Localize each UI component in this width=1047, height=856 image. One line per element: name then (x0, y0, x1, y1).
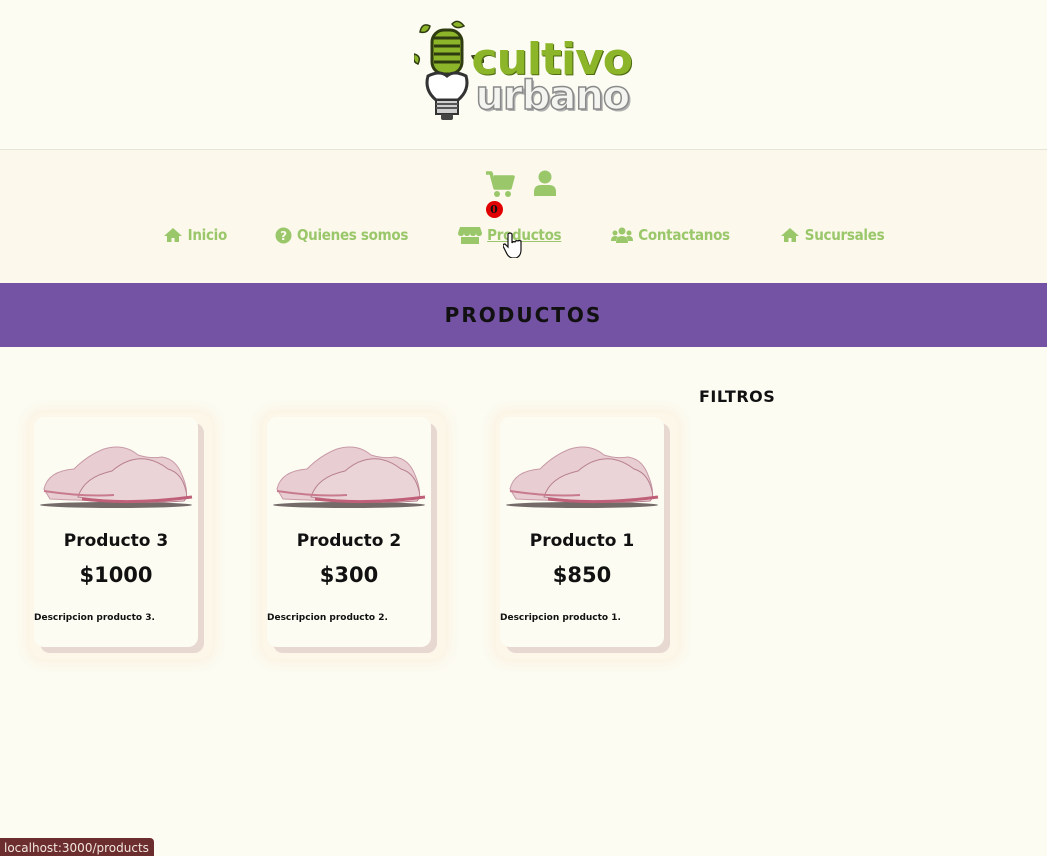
product-name: Producto 1 (529, 531, 635, 551)
nav-link-contactanos[interactable]: Contactanos (611, 226, 730, 244)
product-card-body: Producto 2 $300 Descripcion producto 2. (267, 417, 431, 647)
users-icon (611, 227, 634, 243)
question-circle-icon: ? (275, 227, 292, 243)
store-icon (458, 227, 483, 244)
product-card-body: Producto 3 $1000 Descripcion producto 3. (34, 417, 198, 647)
status-bar-url: localhost:3000/products (0, 838, 154, 856)
user-account-button[interactable] (533, 170, 563, 200)
product-image (273, 446, 426, 508)
hand-cursor-icon (503, 232, 522, 258)
site-header: cultivo urbano (0, 0, 1047, 150)
product-name: Producto 3 (63, 531, 169, 551)
product-image (506, 446, 659, 508)
product-card[interactable]: Producto 2 $300 Descripcion producto 2. (263, 413, 445, 659)
product-image (40, 446, 193, 508)
products-section: FILTROS Producto 3 $1000 Descripcion pro… (0, 347, 1047, 855)
product-description: Descripcion producto 3. (34, 613, 155, 623)
product-description: Descripcion producto 2. (267, 613, 388, 623)
nav-label: Inicio (187, 226, 228, 244)
nav-link-sucursales[interactable]: Sucursales (780, 226, 885, 244)
nav-link-quienes-somos[interactable]: ? Quienes somos (275, 226, 408, 244)
main-navigation: 0 Inicio ? Quienes somos Productos Conta… (0, 150, 1047, 283)
filters-heading: FILTROS (699, 387, 776, 406)
product-card-body: Producto 1 $850 Descripcion producto 1. (500, 417, 664, 647)
page-title: PRODUCTOS (444, 303, 603, 327)
logo-word-urbano: urbano (475, 72, 631, 119)
nav-label: Quienes somos (296, 226, 409, 244)
home-icon (780, 228, 799, 242)
home-icon (163, 228, 182, 242)
product-price: $300 (319, 563, 379, 587)
product-description: Descripcion producto 1. (500, 613, 621, 623)
cultivo-urbano-logo[interactable]: cultivo urbano (413, 20, 634, 130)
svg-text:?: ? (280, 229, 287, 243)
product-card[interactable]: Producto 3 $1000 Descripcion producto 3. (30, 413, 212, 659)
product-price: $1000 (79, 563, 153, 587)
nav-link-inicio[interactable]: Inicio (163, 226, 227, 244)
user-actions: 0 (0, 170, 1047, 218)
menu-links: Inicio ? Quienes somos Productos Contact… (0, 226, 1047, 244)
product-name: Producto 2 (296, 531, 402, 551)
nav-label: Productos (487, 226, 562, 244)
shopping-cart-icon (485, 171, 515, 197)
page-banner: PRODUCTOS (0, 283, 1047, 347)
user-icon (533, 170, 556, 196)
cart-count-badge: 0 (485, 201, 503, 218)
nav-label: Contactanos (638, 226, 730, 244)
nav-label: Sucursales (804, 226, 885, 244)
product-card[interactable]: Producto 1 $850 Descripcion producto 1. (496, 413, 678, 659)
cart-button[interactable]: 0 (485, 170, 515, 218)
product-price: $850 (552, 563, 612, 587)
